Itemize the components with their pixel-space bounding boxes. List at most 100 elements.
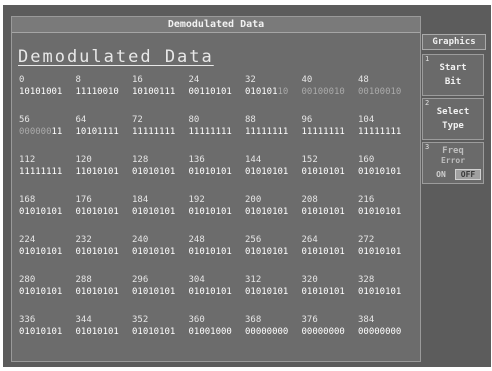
data-cell: 72 11111111 bbox=[132, 115, 187, 138]
bits-bright: 11111111 bbox=[358, 127, 402, 137]
select-type-button[interactable]: 2 Select Type bbox=[422, 98, 484, 140]
data-cell: 232 01010101 bbox=[76, 235, 131, 258]
bits-bright: 01010101 bbox=[358, 207, 402, 217]
bits-bright: 01010101 bbox=[19, 287, 63, 297]
bit-value: 01010101 bbox=[132, 247, 187, 258]
bit-value: 01010101 bbox=[189, 287, 244, 298]
softkey-label-line2: Error bbox=[440, 156, 466, 165]
data-cell: 176 01010101 bbox=[76, 195, 131, 218]
softkey-label-line1: Start bbox=[439, 63, 467, 73]
data-cell: 144 01010101 bbox=[245, 155, 300, 178]
bits-bright: 010101 bbox=[245, 87, 278, 97]
bit-offset-label: 104 bbox=[358, 115, 375, 125]
bits-bright: 01010101 bbox=[358, 167, 402, 177]
bit-offset-label: 72 bbox=[132, 115, 143, 125]
freq-error-toggle[interactable]: ON OFF bbox=[429, 169, 481, 180]
bits-bright: 11110010 bbox=[75, 87, 119, 97]
bit-offset-label: 48 bbox=[358, 75, 369, 85]
bit-offset-label: 40 bbox=[301, 75, 313, 85]
bits-bright: 01010101 bbox=[132, 167, 176, 177]
bit-offset-label: 240 bbox=[132, 235, 149, 245]
bit-value: 01010101 bbox=[302, 287, 357, 298]
freq-error-button[interactable]: 3 Freq Error ON OFF bbox=[422, 142, 484, 184]
bits-bright: 11111111 bbox=[188, 127, 232, 137]
data-cell: 0 10101001 bbox=[19, 75, 74, 98]
bit-value: 01010101 bbox=[245, 247, 300, 258]
bit-offset-label: 56 bbox=[19, 115, 30, 125]
softkey-label-line1: Freq bbox=[442, 146, 464, 156]
data-cell: 184 01010101 bbox=[132, 195, 187, 218]
bit-value: 01010101 bbox=[189, 167, 244, 178]
data-cell: 304 01010101 bbox=[189, 275, 244, 298]
bit-value: 01010101 bbox=[132, 207, 187, 218]
data-cell: 112 11111111 bbox=[19, 155, 74, 178]
bit-offset-label: 160 bbox=[358, 155, 375, 165]
bits-bright: 10101111 bbox=[75, 127, 119, 137]
bit-offset-label: 184 bbox=[132, 195, 149, 205]
data-cell: 192 01010101 bbox=[189, 195, 244, 218]
bit-offset-label: 280 bbox=[19, 275, 36, 285]
data-cell: 160 01010101 bbox=[358, 155, 413, 178]
bits-bright: 00000000 bbox=[358, 327, 402, 337]
data-cell: 288 01010101 bbox=[76, 275, 131, 298]
data-cell: 240 01010101 bbox=[132, 235, 187, 258]
data-cell: 248 01010101 bbox=[189, 235, 244, 258]
bit-offset-label: 376 bbox=[301, 315, 318, 325]
data-cell: 16 10100111 bbox=[132, 75, 187, 98]
data-cell: 40 00100010 bbox=[302, 75, 357, 98]
bit-value: 11111111 bbox=[358, 127, 413, 138]
bit-offset-label: 256 bbox=[245, 235, 262, 245]
bit-offset-label: 288 bbox=[75, 275, 92, 285]
start-bit-button[interactable]: 1 Start Bit bbox=[422, 54, 484, 96]
bits-bright: 11111111 bbox=[245, 127, 289, 137]
data-cell: 360 01001000 bbox=[189, 315, 244, 338]
bit-value: 11111111 bbox=[189, 127, 244, 138]
bit-value: 01001000 bbox=[189, 327, 244, 338]
bit-value: 00000000 bbox=[302, 327, 357, 338]
bits-bright: 01010101 bbox=[245, 207, 289, 217]
data-cell: 312 01010101 bbox=[245, 275, 300, 298]
data-cell: 328 01010101 bbox=[358, 275, 413, 298]
bit-value: 01010101 bbox=[19, 327, 74, 338]
softkey-number: 2 bbox=[425, 99, 430, 107]
data-cell: 56 00000011 bbox=[19, 115, 74, 138]
data-cell: 256 01010101 bbox=[245, 235, 300, 258]
bit-offset-label: 176 bbox=[75, 195, 92, 205]
bit-offset-label: 24 bbox=[188, 75, 200, 85]
bits-bright: 11 bbox=[51, 127, 63, 137]
toggle-on-option[interactable]: ON bbox=[429, 169, 453, 180]
data-cell: 32 01010110 bbox=[245, 75, 300, 98]
data-cell: 152 01010101 bbox=[302, 155, 357, 178]
data-cell: 200 01010101 bbox=[245, 195, 300, 218]
bit-value: 01010101 bbox=[132, 287, 187, 298]
bit-offset-label: 384 bbox=[358, 315, 375, 325]
window-title: Demodulated Data bbox=[12, 17, 420, 33]
bit-offset-label: 312 bbox=[245, 275, 262, 285]
bits-bright: 00000000 bbox=[301, 327, 345, 337]
bits-bright: 01010101 bbox=[358, 247, 402, 257]
data-cell: 128 01010101 bbox=[132, 155, 187, 178]
data-cell: 24 00110101 bbox=[189, 75, 244, 98]
toggle-off-option[interactable]: OFF bbox=[455, 169, 481, 180]
bits-bright: 01010101 bbox=[188, 167, 232, 177]
bit-offset-label: 232 bbox=[75, 235, 92, 245]
data-cell: 208 01010101 bbox=[302, 195, 357, 218]
bit-offset-label: 200 bbox=[245, 195, 262, 205]
bits-dim: 00100010 bbox=[358, 87, 402, 97]
bits-bright: 01010101 bbox=[188, 287, 232, 297]
page-title: Demodulated Data bbox=[18, 47, 214, 67]
bit-offset-label: 128 bbox=[132, 155, 149, 165]
data-cell: 352 01010101 bbox=[132, 315, 187, 338]
bits-bright: 01010101 bbox=[75, 207, 119, 217]
bit-offset-label: 352 bbox=[132, 315, 149, 325]
bits-bright: 01010101 bbox=[301, 287, 345, 297]
data-cell: 64 10101111 bbox=[76, 115, 131, 138]
data-cell: 280 01010101 bbox=[19, 275, 74, 298]
data-cell: 344 01010101 bbox=[76, 315, 131, 338]
bit-value: 00110101 bbox=[189, 87, 244, 98]
data-cell: 48 00100010 bbox=[358, 75, 413, 98]
bit-value: 01010101 bbox=[358, 287, 413, 298]
bits-bright: 01010101 bbox=[245, 167, 289, 177]
bit-value: 01010110 bbox=[245, 87, 300, 98]
bit-value: 11010101 bbox=[76, 167, 131, 178]
